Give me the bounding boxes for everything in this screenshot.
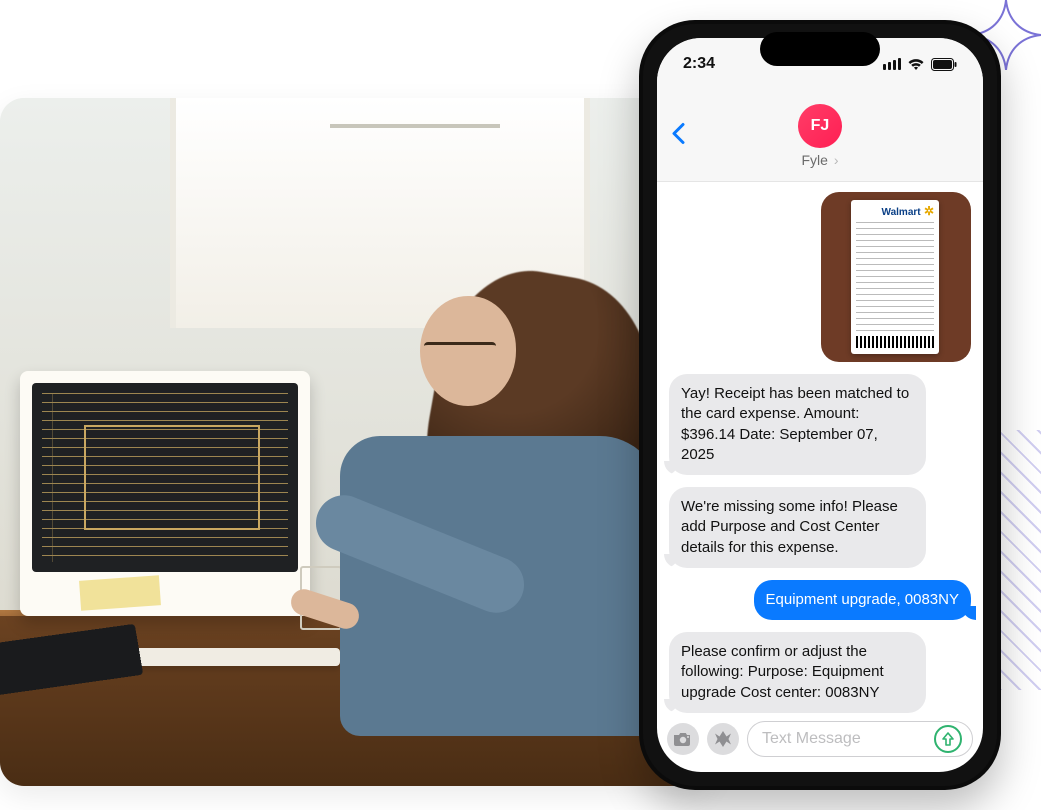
message-bubble: Yay! Receipt has been matched to the car… [669, 374, 926, 475]
send-button[interactable] [934, 725, 962, 753]
contact-name: Fyle [801, 152, 827, 168]
signal-icon [883, 58, 901, 70]
status-time: 2:34 [683, 55, 715, 73]
phone-screen: 2:34 FJ [657, 38, 983, 772]
message-bubble: Equipment upgrade, 0083NY [754, 580, 971, 620]
incoming-message[interactable]: Please confirm or adjust the following: … [669, 632, 971, 713]
message-bubble: We're missing some info! Please add Purp… [669, 487, 926, 568]
message-thread[interactable]: Walmart ✲ Yay! Receipt has been matched … [657, 182, 983, 716]
contact-header[interactable]: FJ Fyle › [798, 104, 842, 168]
barcode-icon [856, 336, 934, 348]
chevron-right-icon: › [830, 152, 839, 168]
avatar-initials: FJ [811, 117, 830, 135]
outgoing-message[interactable]: Equipment upgrade, 0083NY [669, 580, 971, 620]
walmart-spark-icon: ✲ [921, 204, 934, 218]
message-placeholder: Text Message [762, 730, 861, 748]
incoming-message[interactable]: Yay! Receipt has been matched to the car… [669, 374, 971, 475]
message-composer: Text Message [657, 716, 983, 772]
wifi-icon [907, 57, 925, 71]
phone-mockup: 2:34 FJ [639, 20, 1001, 790]
incoming-message[interactable]: We're missing some info! Please add Purp… [669, 487, 971, 568]
message-bubble: Please confirm or adjust the following: … [669, 632, 926, 713]
apps-button[interactable] [707, 723, 739, 755]
background-photo [0, 98, 710, 786]
avatar: FJ [798, 104, 842, 148]
receipt-store: Walmart [882, 207, 921, 218]
receipt-image: Walmart ✲ [821, 192, 971, 362]
camera-button[interactable] [667, 723, 699, 755]
battery-icon [931, 58, 957, 71]
message-input[interactable]: Text Message [747, 721, 973, 757]
back-button[interactable] [671, 120, 685, 151]
nav-bar: FJ Fyle › [657, 90, 983, 182]
phone-notch [760, 32, 880, 66]
message-attachment[interactable]: Walmart ✲ [669, 192, 971, 362]
